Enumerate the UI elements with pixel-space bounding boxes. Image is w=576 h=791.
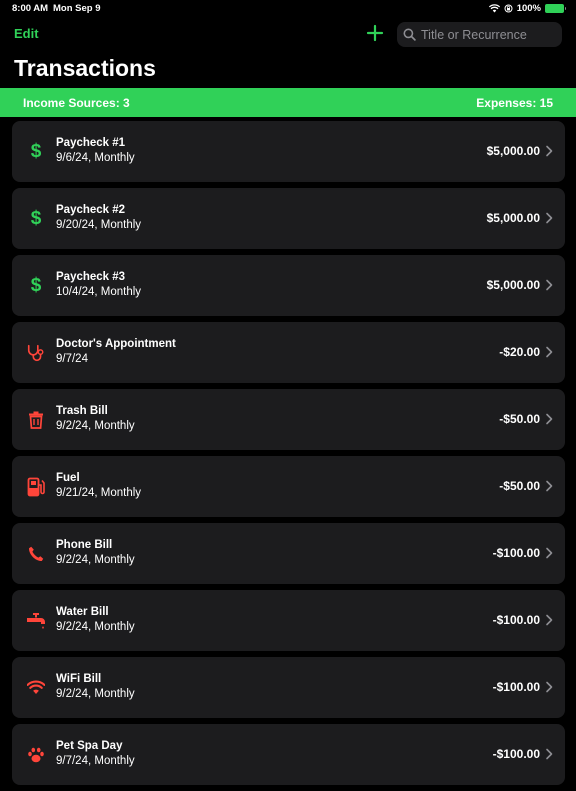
battery-icon xyxy=(545,4,566,13)
transaction-amount: -$20.00 xyxy=(499,345,540,359)
transaction-row[interactable]: Phone Bill 9/2/24, Monthly -$100.00 xyxy=(12,523,565,584)
lock-rotation-icon xyxy=(504,4,513,13)
transaction-row[interactable]: Trash Bill 9/2/24, Monthly -$50.00 xyxy=(12,389,565,450)
transaction-title: Pet Spa Day xyxy=(56,740,123,752)
wifi-status-icon xyxy=(488,4,500,13)
chevron-right-icon xyxy=(546,145,553,157)
transaction-subtitle: 10/4/24, Monthly xyxy=(56,286,142,298)
status-bar: 8:00 AM Mon Sep 9 100% xyxy=(0,0,576,18)
search-field[interactable] xyxy=(397,22,562,47)
status-time: 8:00 AM xyxy=(12,3,49,14)
transaction-row[interactable]: Fuel 9/21/24, Monthly -$50.00 xyxy=(12,456,565,517)
status-indicators: 100% xyxy=(488,3,566,14)
phone-icon xyxy=(26,544,46,564)
transaction-amount: -$100.00 xyxy=(492,613,540,627)
transaction-row[interactable]: $ Paycheck #3 10/4/24, Monthly $5,000.00 xyxy=(12,255,565,316)
dollar-icon: $ xyxy=(30,140,42,162)
chevron-right-icon xyxy=(546,681,553,693)
transaction-amount: $5,000.00 xyxy=(486,278,540,292)
dollar-icon: $ xyxy=(30,207,42,229)
chevron-right-icon xyxy=(546,480,553,492)
transaction-amount: -$100.00 xyxy=(492,546,540,560)
edit-button[interactable]: Edit xyxy=(14,26,39,41)
transaction-subtitle: 9/7/24, Monthly xyxy=(56,755,135,767)
transaction-title: Phone Bill xyxy=(56,539,113,551)
transaction-row[interactable]: Pet Spa Day 9/7/24, Monthly -$100.00 xyxy=(12,724,565,785)
chevron-right-icon xyxy=(546,346,553,358)
transaction-amount: $5,000.00 xyxy=(486,211,540,225)
battery-percent: 100% xyxy=(516,3,541,14)
transaction-amount: -$100.00 xyxy=(492,680,540,694)
transaction-subtitle: 9/2/24, Monthly xyxy=(56,554,135,566)
transaction-subtitle: 9/2/24, Monthly xyxy=(56,688,135,700)
summary-bar: Income Sources: 3 Expenses: 15 xyxy=(0,88,576,117)
transaction-row[interactable]: Doctor's Appointment 9/7/24 -$20.00 xyxy=(12,322,565,383)
search-icon xyxy=(403,28,416,41)
expense-count: Expenses: 15 xyxy=(476,95,553,110)
transaction-subtitle: 9/2/24, Monthly xyxy=(56,420,135,432)
transaction-row[interactable]: $ Paycheck #1 9/6/24, Monthly $5,000.00 xyxy=(12,121,565,182)
transaction-title: WiFi Bill xyxy=(56,673,102,685)
transaction-subtitle: 9/6/24, Monthly xyxy=(56,152,135,164)
faucet-icon xyxy=(26,611,46,631)
plus-icon[interactable] xyxy=(364,22,386,44)
stethoscope-icon xyxy=(26,343,46,363)
transaction-row[interactable]: WiFi Bill 9/2/24, Monthly -$100.00 xyxy=(12,657,565,718)
transaction-subtitle: 9/20/24, Monthly xyxy=(56,219,142,231)
income-count: Income Sources: 3 xyxy=(23,95,130,110)
transaction-subtitle: 9/21/24, Monthly xyxy=(56,487,142,499)
page-title: Transactions xyxy=(14,55,156,81)
paw-icon xyxy=(26,745,46,765)
search-input[interactable] xyxy=(421,27,551,42)
transaction-amount: $5,000.00 xyxy=(486,144,540,158)
transaction-title: Paycheck #2 xyxy=(56,204,126,216)
transaction-row[interactable]: Water Bill 9/2/24, Monthly -$100.00 xyxy=(12,590,565,651)
transaction-amount: -$50.00 xyxy=(499,412,540,426)
chevron-right-icon xyxy=(546,748,553,760)
chevron-right-icon xyxy=(546,614,553,626)
status-date: Mon Sep 9 xyxy=(53,3,101,14)
transaction-amount: -$100.00 xyxy=(492,747,540,761)
chevron-right-icon xyxy=(546,279,553,291)
transaction-title: Trash Bill xyxy=(56,405,108,417)
transaction-row[interactable]: $ Paycheck #2 9/20/24, Monthly $5,000.00 xyxy=(12,188,565,249)
trash-icon xyxy=(26,410,46,430)
transaction-subtitle: 9/7/24 xyxy=(56,353,88,365)
chevron-right-icon xyxy=(546,413,553,425)
wifi-icon xyxy=(26,678,46,698)
transaction-title: Fuel xyxy=(56,472,80,484)
transaction-subtitle: 9/2/24, Monthly xyxy=(56,621,135,633)
chevron-right-icon xyxy=(546,547,553,559)
fuel-pump-icon xyxy=(26,477,46,497)
chevron-right-icon xyxy=(546,212,553,224)
dollar-icon: $ xyxy=(30,274,42,296)
transaction-title: Paycheck #1 xyxy=(56,137,126,149)
transaction-title: Water Bill xyxy=(56,606,109,618)
transaction-amount: -$50.00 xyxy=(499,479,540,493)
transaction-title: Paycheck #3 xyxy=(56,271,126,283)
transaction-title: Doctor's Appointment xyxy=(56,338,176,350)
transaction-list: $ Paycheck #1 9/6/24, Monthly $5,000.00 … xyxy=(12,121,565,791)
